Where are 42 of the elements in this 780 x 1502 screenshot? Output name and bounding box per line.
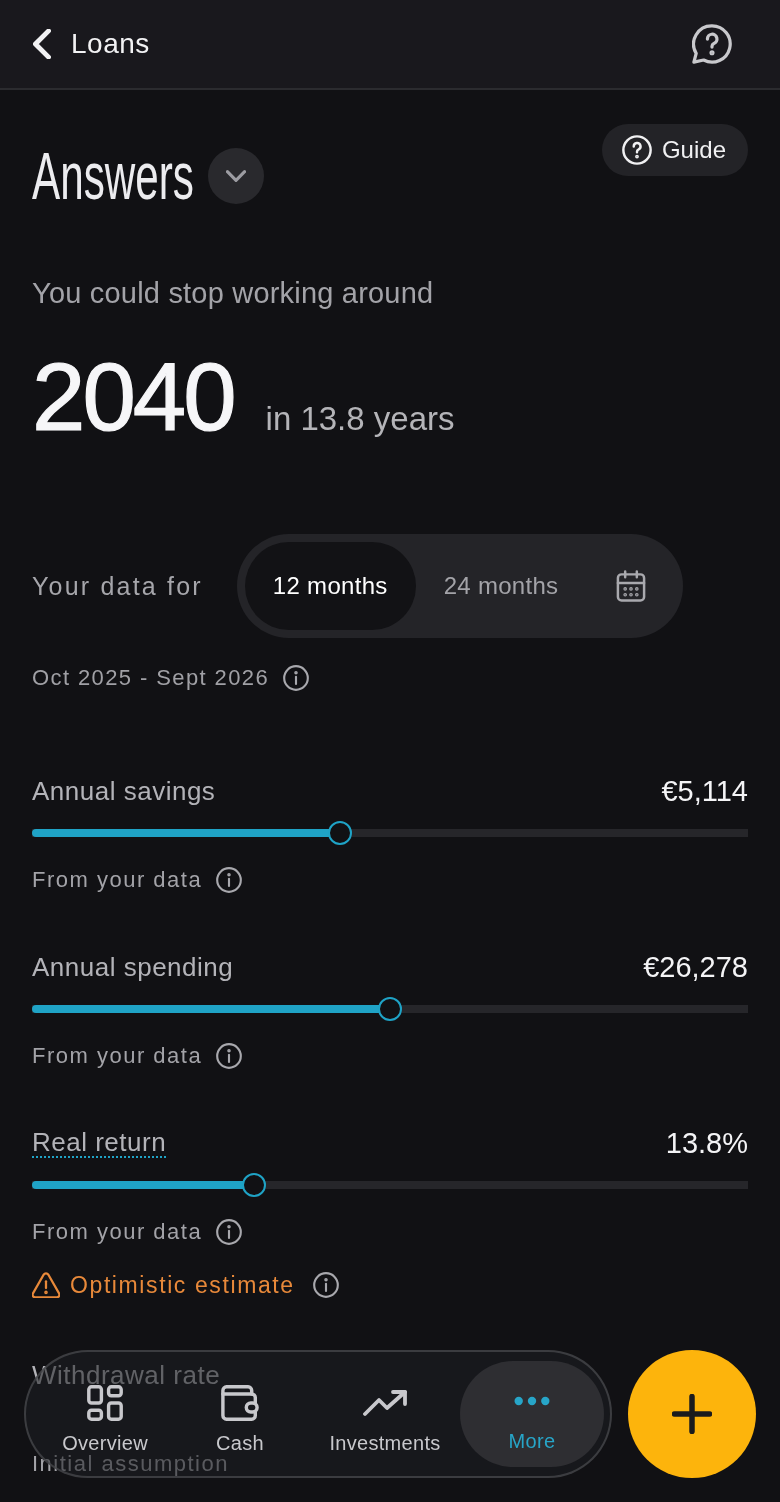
slider-thumb[interactable] bbox=[327, 821, 352, 845]
slider-thumb[interactable] bbox=[378, 997, 402, 1021]
plus-icon bbox=[672, 1394, 712, 1434]
slider-note: From your data bbox=[32, 869, 203, 891]
guide-button[interactable]: Guide bbox=[601, 124, 748, 176]
period-tab[interactable]: 12 months bbox=[244, 542, 416, 630]
info-icon[interactable] bbox=[216, 1219, 243, 1245]
chevron-left-icon bbox=[33, 29, 51, 59]
warning-icon bbox=[32, 1272, 60, 1298]
data-period-label: Your data for bbox=[32, 571, 203, 601]
info-icon[interactable] bbox=[216, 1043, 243, 1069]
help-button[interactable] bbox=[692, 24, 732, 64]
date-range: Oct 2025 - Sept 2026 bbox=[32, 664, 270, 692]
nav-item[interactable]: More bbox=[460, 1361, 604, 1467]
help-chat-icon bbox=[692, 24, 732, 64]
info-icon[interactable] bbox=[283, 665, 310, 691]
more-icon bbox=[513, 1395, 551, 1407]
slider-label: Annual savings bbox=[32, 777, 216, 805]
headline-intro: You could stop working around bbox=[32, 276, 435, 311]
period-tab[interactable]: 24 months bbox=[415, 542, 587, 630]
slider-thumb[interactable] bbox=[241, 1173, 266, 1197]
slider-label: Annual spending bbox=[32, 953, 234, 981]
warning-text: Optimistic estimate bbox=[70, 1271, 295, 1300]
page-title: Answers bbox=[32, 146, 194, 206]
slider-note: Initial assumption bbox=[32, 1453, 229, 1475]
retirement-year: 2040 bbox=[32, 349, 234, 445]
question-circle-icon bbox=[621, 135, 652, 165]
chevron-down-icon bbox=[226, 170, 247, 182]
grid-icon bbox=[87, 1385, 123, 1421]
slider-note: From your data bbox=[32, 1221, 203, 1243]
nav-item[interactable]: Investments bbox=[310, 1385, 460, 1455]
info-icon[interactable] bbox=[312, 1272, 339, 1298]
slider-value: €26,278 bbox=[643, 950, 748, 984]
definition-link[interactable]: Real return bbox=[32, 1128, 167, 1158]
slider-value: €5,114 bbox=[661, 774, 748, 808]
slider-note: From your data bbox=[32, 1045, 203, 1067]
calendar-icon bbox=[615, 570, 646, 602]
back-button[interactable]: Loans bbox=[33, 27, 150, 61]
slider-value: 13.8% bbox=[665, 1126, 748, 1160]
wallet-icon bbox=[221, 1385, 259, 1421]
years-remaining: in 13.8 years bbox=[265, 400, 455, 438]
info-icon[interactable] bbox=[216, 867, 243, 893]
